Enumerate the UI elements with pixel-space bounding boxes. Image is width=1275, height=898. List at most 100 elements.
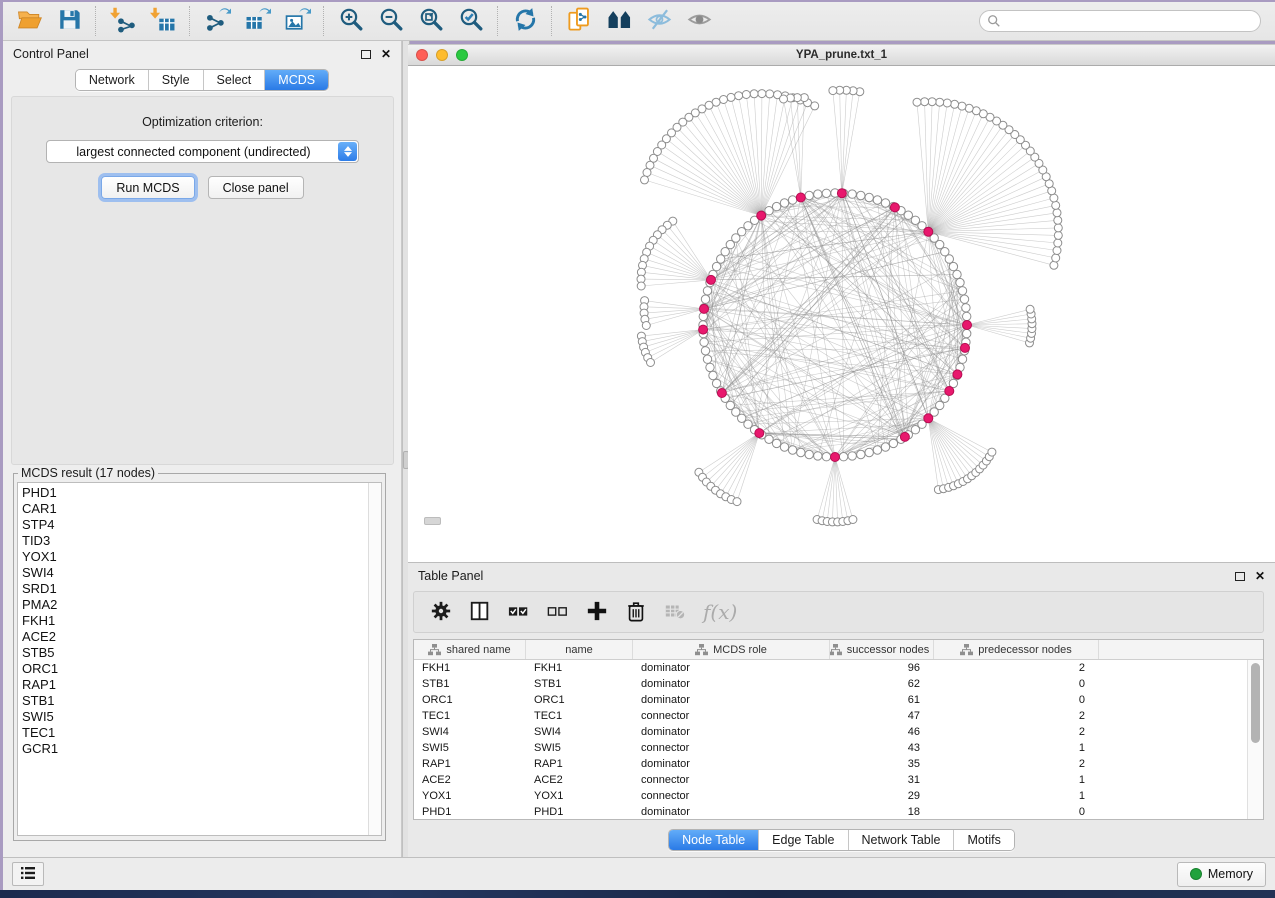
table-cell[interactable]: dominator — [633, 806, 830, 818]
table-cell[interactable]: connector — [633, 710, 830, 722]
table-cell[interactable]: PHD1 — [414, 806, 526, 818]
create-column-button[interactable] — [586, 600, 608, 625]
column-header-predecessor-nodes[interactable]: predecessor nodes — [934, 640, 1099, 659]
list-item[interactable]: TEC1 — [22, 725, 367, 741]
table-cell[interactable]: 2 — [934, 710, 1099, 722]
table-cell[interactable]: 47 — [830, 710, 934, 722]
memory-button[interactable]: Memory — [1177, 862, 1266, 887]
table-cell[interactable]: 0 — [934, 694, 1099, 706]
list-item[interactable]: SWI4 — [22, 565, 367, 581]
tab-select[interactable]: Select — [203, 70, 265, 90]
table-row[interactable]: RAP1RAP1dominator352 — [414, 756, 1248, 772]
function-builder-icon[interactable]: f(x) — [703, 600, 737, 624]
export-image-button[interactable] — [277, 4, 317, 38]
list-item[interactable]: PMA2 — [22, 597, 367, 613]
list-item[interactable]: FKH1 — [22, 613, 367, 629]
mcds-list-scrollbar[interactable] — [368, 483, 381, 835]
table-cell[interactable]: TEC1 — [526, 710, 633, 722]
window-close-icon[interactable] — [416, 49, 428, 61]
table-cell[interactable]: SWI4 — [526, 726, 633, 738]
table-cell[interactable]: dominator — [633, 726, 830, 738]
table-cell[interactable]: 0 — [934, 806, 1099, 818]
run-mcds-button[interactable]: Run MCDS — [101, 176, 194, 199]
table-row[interactable]: ORC1ORC1dominator610 — [414, 692, 1248, 708]
criterion-dropdown[interactable]: largest connected component (undirected) — [46, 140, 359, 163]
table-cell[interactable]: 35 — [830, 758, 934, 770]
table-row[interactable]: SWI5SWI5connector431 — [414, 740, 1248, 756]
table-cell[interactable]: YOX1 — [526, 790, 633, 802]
mcds-result-list[interactable]: PHD1CAR1STP4TID3YOX1SWI4SRD1PMA2FKH1ACE2… — [22, 485, 367, 835]
list-item[interactable]: RAP1 — [22, 677, 367, 693]
network-titlebar[interactable]: YPA_prune.txt_1 — [408, 45, 1275, 66]
table-cell[interactable]: 2 — [934, 758, 1099, 770]
table-cell[interactable]: FKH1 — [526, 662, 633, 674]
window-minimize-icon[interactable] — [436, 49, 448, 61]
show-columns-button[interactable] — [469, 600, 491, 625]
table-cell[interactable]: 29 — [830, 790, 934, 802]
show-all-button[interactable] — [679, 4, 719, 38]
close-panel-icon[interactable]: ✕ — [1255, 570, 1265, 582]
table-row[interactable]: STB1STB1dominator620 — [414, 676, 1248, 692]
zoom-in-button[interactable] — [331, 4, 371, 38]
deselect-all-button[interactable] — [547, 600, 569, 625]
list-item[interactable]: ACE2 — [22, 629, 367, 645]
table-cell[interactable]: connector — [633, 742, 830, 754]
table-cell[interactable]: TEC1 — [414, 710, 526, 722]
table-cell[interactable]: ACE2 — [414, 774, 526, 786]
search-input[interactable] — [979, 10, 1261, 32]
list-item[interactable]: STP4 — [22, 517, 367, 533]
table-cell[interactable]: ORC1 — [414, 694, 526, 706]
list-item[interactable]: GCR1 — [22, 741, 367, 757]
list-item[interactable]: SWI5 — [22, 709, 367, 725]
column-header-name[interactable]: name — [526, 640, 633, 659]
table-cell[interactable]: 18 — [830, 806, 934, 818]
hide-unselected-button[interactable] — [639, 4, 679, 38]
table-cell[interactable]: PHD1 — [526, 806, 633, 818]
table-cell[interactable]: SWI4 — [414, 726, 526, 738]
table-cell[interactable]: 31 — [830, 774, 934, 786]
duplicate-network-button[interactable] — [559, 4, 599, 38]
table-cell[interactable]: dominator — [633, 662, 830, 674]
table-row[interactable]: PHD1PHD1dominator180 — [414, 804, 1248, 819]
first-neighbors-button[interactable] — [599, 4, 639, 38]
close-panel-button[interactable]: Close panel — [208, 176, 304, 199]
zoom-selected-button[interactable] — [451, 4, 491, 38]
table-cell[interactable]: 1 — [934, 774, 1099, 786]
table-row[interactable]: ACE2ACE2connector311 — [414, 772, 1248, 788]
open-file-button[interactable] — [9, 4, 49, 38]
window-zoom-icon[interactable] — [456, 49, 468, 61]
list-item[interactable]: STB1 — [22, 693, 367, 709]
column-header-shared-name[interactable]: shared name — [414, 640, 526, 659]
import-table-button[interactable] — [143, 4, 183, 38]
table-scrollbar[interactable] — [1247, 660, 1263, 819]
table-row[interactable]: FKH1FKH1dominator962 — [414, 660, 1248, 676]
console-button[interactable] — [12, 862, 44, 886]
column-header-successor-nodes[interactable]: successor nodes — [830, 640, 934, 659]
zoom-fit-button[interactable] — [411, 4, 451, 38]
table-cell[interactable]: STB1 — [414, 678, 526, 690]
table-cell[interactable]: ACE2 — [526, 774, 633, 786]
tab-node-table[interactable]: Node Table — [669, 830, 758, 850]
list-item[interactable]: PHD1 — [22, 485, 367, 501]
list-item[interactable]: SRD1 — [22, 581, 367, 597]
table-cell[interactable]: connector — [633, 774, 830, 786]
table-cell[interactable]: dominator — [633, 694, 830, 706]
tab-network[interactable]: Network — [76, 70, 148, 90]
save-session-button[interactable] — [49, 4, 89, 38]
table-cell[interactable]: connector — [633, 790, 830, 802]
table-cell[interactable]: 0 — [934, 678, 1099, 690]
table-cell[interactable]: 46 — [830, 726, 934, 738]
table-cell[interactable]: 1 — [934, 790, 1099, 802]
list-item[interactable]: STB5 — [22, 645, 367, 661]
table-cell[interactable]: dominator — [633, 758, 830, 770]
table-cell[interactable]: SWI5 — [414, 742, 526, 754]
tab-mcds[interactable]: MCDS — [264, 70, 328, 90]
column-header-MCDS-role[interactable]: MCDS role — [633, 640, 830, 659]
table-cell[interactable]: YOX1 — [414, 790, 526, 802]
table-row[interactable]: TEC1TEC1connector472 — [414, 708, 1248, 724]
table-cell[interactable]: RAP1 — [526, 758, 633, 770]
table-cell[interactable]: FKH1 — [414, 662, 526, 674]
table-cell[interactable]: SWI5 — [526, 742, 633, 754]
select-all-button[interactable] — [508, 600, 530, 625]
list-item[interactable]: ORC1 — [22, 661, 367, 677]
